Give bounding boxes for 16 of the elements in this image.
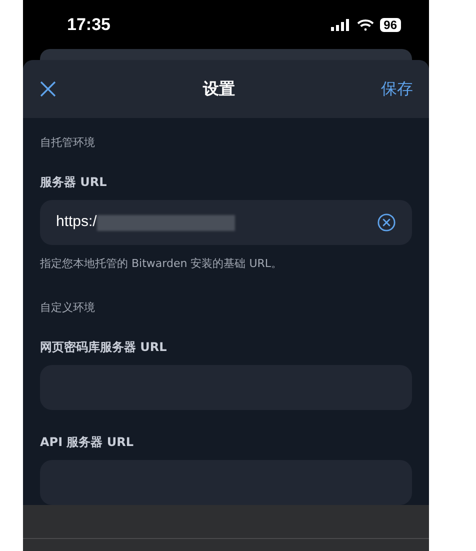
section-heading: 自托管环境 bbox=[40, 136, 96, 150]
save-button[interactable]: 保存 bbox=[381, 77, 413, 101]
section-heading: 自定义环境 bbox=[40, 301, 96, 315]
signal-icon bbox=[330, 18, 351, 30]
url-field[interactable]: https:/ bbox=[40, 200, 412, 245]
field-label: API 服务器 URL bbox=[40, 434, 135, 450]
wifi-icon bbox=[356, 18, 374, 30]
page-title: 设置 bbox=[203, 78, 235, 100]
url-field[interactable] bbox=[40, 460, 412, 505]
field-label: 服务器 URL bbox=[40, 174, 108, 190]
clock: 17:35 bbox=[67, 14, 110, 36]
clear-icon[interactable] bbox=[377, 213, 396, 232]
help-text: 指定您本地托管的 Bitwarden 安装的基础 URL。 bbox=[40, 257, 284, 271]
field-label: 网页密码库服务器 URL bbox=[40, 339, 168, 355]
close-icon[interactable] bbox=[39, 80, 57, 98]
battery-indicator: 96 bbox=[380, 18, 401, 32]
